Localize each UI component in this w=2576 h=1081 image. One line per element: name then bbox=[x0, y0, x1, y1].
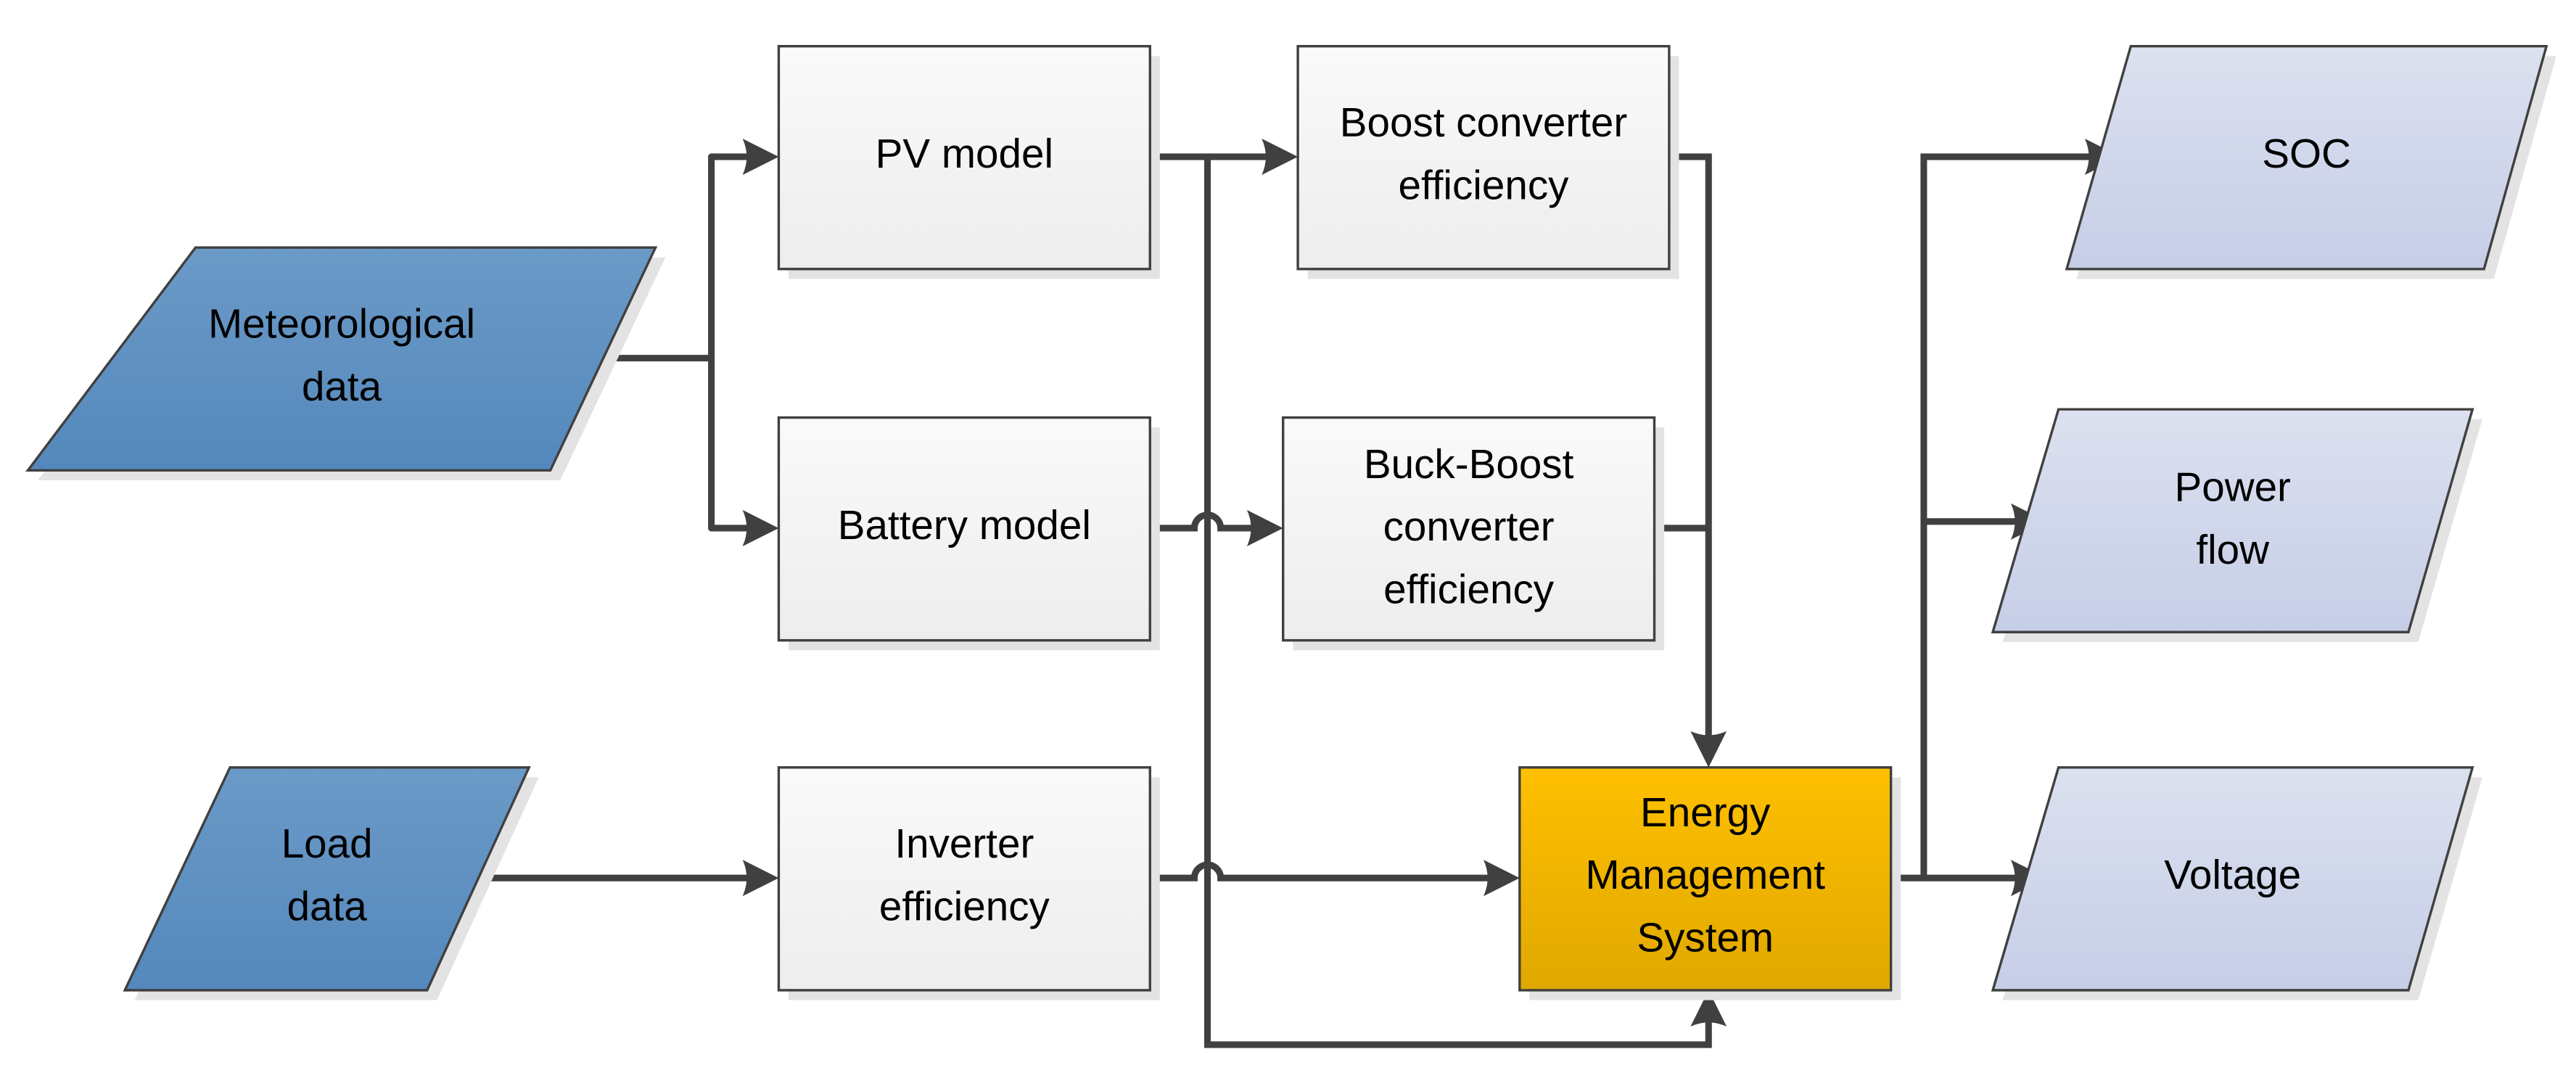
voltage-label: Voltage bbox=[2164, 852, 2301, 898]
output-power-flow[interactable]: Power flow bbox=[1991, 408, 2482, 642]
buckboost-label-line3: efficiency bbox=[1383, 567, 1555, 613]
input-load-label-line2: data bbox=[287, 884, 368, 929]
input-load-label-line1: Load bbox=[281, 821, 373, 867]
arrow-icon-to-ems-top bbox=[1690, 731, 1727, 768]
buckboost-label-line2: converter bbox=[1383, 504, 1555, 550]
ems-label-line3: System bbox=[1637, 916, 1774, 961]
connector-inverter-to-ems bbox=[1146, 861, 1504, 881]
ems-label-line1: Energy bbox=[1640, 790, 1771, 836]
process-energy-management-system[interactable]: Energy Management System bbox=[1518, 766, 1901, 1000]
soc-label: SOC bbox=[2262, 131, 2351, 177]
input-meteorological-data[interactable]: Meteorological data bbox=[25, 246, 666, 480]
output-soc[interactable]: SOC bbox=[2065, 44, 2556, 279]
arrow-icon-to-ems-left bbox=[1483, 860, 1520, 897]
inverter-label-line1: Inverter bbox=[894, 821, 1034, 867]
pv-model-label: PV model bbox=[876, 131, 1053, 177]
process-pv-model[interactable]: PV model bbox=[777, 44, 1160, 279]
process-boost-converter-efficiency[interactable]: Boost converter efficiency bbox=[1296, 44, 1679, 279]
boost-label-line1: Boost converter bbox=[1340, 100, 1627, 146]
buckboost-label-line1: Buck-Boost bbox=[1364, 442, 1574, 488]
arrow-icon-to-inverter bbox=[742, 860, 779, 897]
input-meteorological-label-line1: Meteorological bbox=[208, 301, 475, 347]
energy-system-flowchart: Meteorological data Load data PV model B… bbox=[25, 44, 2556, 1048]
arrow-icon-to-pv bbox=[742, 139, 779, 176]
input-load-data[interactable]: Load data bbox=[123, 766, 539, 1000]
output-voltage[interactable]: Voltage bbox=[1991, 766, 2482, 1000]
inverter-label-line2: efficiency bbox=[879, 884, 1050, 929]
input-meteorological-label-line2: data bbox=[302, 364, 382, 410]
powerflow-label-line1: Power bbox=[2174, 465, 2290, 511]
battery-model-label: Battery model bbox=[838, 503, 1091, 548]
arrow-icon-to-battery bbox=[742, 509, 779, 546]
arrow-icon-to-boost bbox=[1262, 139, 1299, 176]
process-battery-model[interactable]: Battery model bbox=[777, 416, 1160, 651]
arrow-icon-to-buckboost bbox=[1246, 509, 1283, 546]
boost-label-line2: efficiency bbox=[1399, 163, 1570, 208]
ems-label-line2: Management bbox=[1586, 852, 1826, 898]
powerflow-label-line2: flow bbox=[2196, 527, 2270, 573]
process-inverter-efficiency[interactable]: Inverter efficiency bbox=[777, 766, 1160, 1000]
process-buck-boost-converter-efficiency[interactable]: Buck-Boost converter efficiency bbox=[1282, 416, 1665, 651]
